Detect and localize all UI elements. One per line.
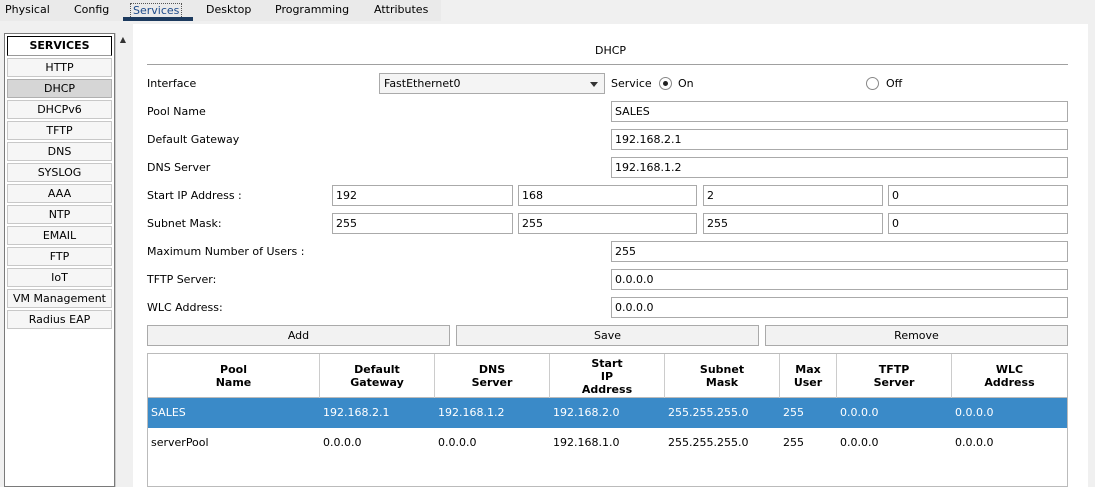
interface-select[interactable]: FastEthernet0 bbox=[379, 73, 605, 94]
tab-label: Programming bbox=[275, 3, 350, 16]
tftp-server-field[interactable]: 0.0.0.0 bbox=[611, 269, 1068, 290]
subnet-octet-2[interactable]: 255 bbox=[518, 213, 697, 234]
cell-pool-name: serverPool bbox=[151, 436, 209, 449]
column-header-wlc-address[interactable]: WLC Address bbox=[952, 354, 1067, 398]
gateway-field[interactable]: 192.168.2.1 bbox=[611, 129, 1068, 150]
cell-dns-server: 0.0.0.0 bbox=[438, 436, 477, 449]
tftp-server-label: TFTP Server: bbox=[147, 273, 217, 286]
start-ip-octet-1[interactable]: 192 bbox=[332, 185, 513, 206]
scroll-up-icon[interactable]: ▲ bbox=[118, 35, 128, 45]
service-item-syslog[interactable]: SYSLOG bbox=[7, 163, 112, 182]
service-item-tftp[interactable]: TFTP bbox=[7, 121, 112, 140]
panel-title: DHCP bbox=[594, 44, 627, 57]
cell-start-ip: 192.168.1.0 bbox=[553, 436, 620, 449]
cell-wlc-address: 0.0.0.0 bbox=[955, 436, 994, 449]
table-header: Pool Name Default Gateway DNS Server Sta… bbox=[148, 354, 1067, 398]
service-item-vm-management[interactable]: VM Management bbox=[7, 289, 112, 308]
gateway-label: Default Gateway bbox=[147, 133, 240, 146]
service-label: Service bbox=[611, 77, 652, 90]
subnet-octet-3[interactable]: 255 bbox=[703, 213, 883, 234]
active-tab-indicator bbox=[123, 17, 193, 21]
cell-tftp-server: 0.0.0.0 bbox=[840, 436, 879, 449]
cell-max-user: 255 bbox=[783, 436, 804, 449]
add-button[interactable]: Add bbox=[147, 325, 450, 346]
service-item-http[interactable]: HTTP bbox=[7, 58, 112, 77]
dns-server-field[interactable]: 192.168.1.2 bbox=[611, 157, 1068, 178]
cell-subnet-mask: 255.255.255.0 bbox=[668, 436, 749, 449]
service-item-radius-eap[interactable]: Radius EAP bbox=[7, 310, 112, 329]
start-ip-label: Start IP Address : bbox=[147, 189, 242, 202]
save-button[interactable]: Save bbox=[456, 325, 759, 346]
service-item-iot[interactable]: IoT bbox=[7, 268, 112, 287]
tab-programming[interactable]: Programming bbox=[275, 3, 349, 17]
tab-attributes[interactable]: Attributes bbox=[374, 3, 428, 17]
column-header-subnet-mask[interactable]: Subnet Mask bbox=[665, 354, 780, 398]
table-row[interactable]: serverPool 0.0.0.0 0.0.0.0 192.168.1.0 2… bbox=[148, 428, 1067, 458]
pool-name-label: Pool Name bbox=[147, 105, 206, 118]
service-off-radio[interactable] bbox=[866, 77, 879, 90]
service-item-dns[interactable]: DNS bbox=[7, 142, 112, 161]
tab-label: Config bbox=[74, 3, 110, 16]
column-header-start-ip[interactable]: Start IP Address bbox=[550, 354, 665, 398]
service-item-ntp[interactable]: NTP bbox=[7, 205, 112, 224]
start-ip-octet-4[interactable]: 0 bbox=[888, 185, 1068, 206]
subnet-octet-4[interactable]: 0 bbox=[888, 213, 1068, 234]
cell-dns-server: 192.168.1.2 bbox=[438, 406, 505, 419]
services-header: SERVICES bbox=[7, 36, 112, 56]
service-item-email[interactable]: EMAIL bbox=[7, 226, 112, 245]
tab-physical[interactable]: Physical bbox=[5, 3, 50, 17]
interface-label: Interface bbox=[147, 77, 197, 90]
service-item-dhcpv6[interactable]: DHCPv6 bbox=[7, 100, 112, 119]
table-row[interactable]: SALES 192.168.2.1 192.168.1.2 192.168.2.… bbox=[148, 398, 1067, 428]
service-on-label: On bbox=[678, 77, 694, 90]
tab-config[interactable]: Config bbox=[74, 3, 109, 17]
max-users-field[interactable]: 255 bbox=[611, 241, 1068, 262]
cell-subnet-mask: 255.255.255.0 bbox=[668, 406, 749, 419]
services-list: SERVICES HTTP DHCP DHCPv6 TFTP DNS SYSLO… bbox=[4, 33, 115, 487]
service-item-aaa[interactable]: AAA bbox=[7, 184, 112, 203]
pool-name-field[interactable]: SALES bbox=[611, 101, 1068, 122]
dns-server-label: DNS Server bbox=[147, 161, 211, 174]
column-header-max-user[interactable]: Max User bbox=[780, 354, 837, 398]
tab-label: Desktop bbox=[206, 3, 252, 16]
max-users-label: Maximum Number of Users : bbox=[147, 245, 305, 258]
remove-button[interactable]: Remove bbox=[765, 325, 1068, 346]
cell-default-gateway: 0.0.0.0 bbox=[323, 436, 362, 449]
column-header-tftp-server[interactable]: TFTP Server bbox=[837, 354, 952, 398]
column-header-default-gateway[interactable]: Default Gateway bbox=[320, 354, 435, 398]
service-item-dhcp[interactable]: DHCP bbox=[7, 79, 112, 98]
cell-tftp-server: 0.0.0.0 bbox=[840, 406, 879, 419]
start-ip-octet-3[interactable]: 2 bbox=[703, 185, 883, 206]
pool-table: Pool Name Default Gateway DNS Server Sta… bbox=[147, 353, 1068, 487]
wlc-address-label: WLC Address: bbox=[147, 301, 223, 314]
tab-desktop[interactable]: Desktop bbox=[206, 3, 251, 17]
cell-start-ip: 192.168.2.0 bbox=[553, 406, 620, 419]
cell-pool-name: SALES bbox=[151, 406, 186, 419]
title-divider bbox=[147, 64, 1068, 65]
cell-default-gateway: 192.168.2.1 bbox=[323, 406, 390, 419]
dhcp-panel: DHCP Interface FastEthernet0 Service On … bbox=[133, 24, 1088, 487]
services-scrollbar[interactable]: ▲ bbox=[115, 33, 129, 487]
subnet-octet-1[interactable]: 255 bbox=[332, 213, 513, 234]
start-ip-octet-2[interactable]: 168 bbox=[518, 185, 697, 206]
column-header-dns-server[interactable]: DNS Server bbox=[435, 354, 550, 398]
tab-label: Physical bbox=[5, 3, 50, 16]
wlc-address-field[interactable]: 0.0.0.0 bbox=[611, 297, 1068, 318]
service-on-radio[interactable] bbox=[659, 77, 672, 90]
cell-wlc-address: 0.0.0.0 bbox=[955, 406, 994, 419]
service-item-ftp[interactable]: FTP bbox=[7, 247, 112, 266]
cell-max-user: 255 bbox=[783, 406, 804, 419]
column-header-pool-name[interactable]: Pool Name bbox=[148, 354, 320, 398]
tab-bar: Physical Config Services Desktop Program… bbox=[0, 0, 1095, 21]
tab-label: Attributes bbox=[374, 3, 429, 16]
subnet-mask-label: Subnet Mask: bbox=[147, 217, 222, 230]
service-off-label: Off bbox=[886, 77, 903, 90]
interface-value: FastEthernet0 bbox=[384, 77, 461, 90]
chevron-down-icon bbox=[590, 82, 598, 87]
